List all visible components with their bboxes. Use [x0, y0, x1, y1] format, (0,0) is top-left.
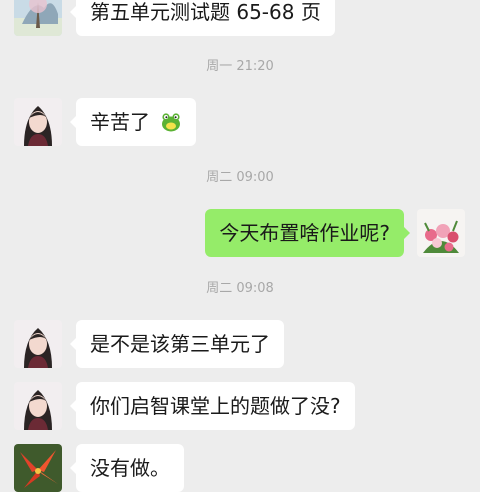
- timestamp: 周一 21:20: [206, 59, 274, 74]
- message-bubble[interactable]: 你们启智课堂上的题做了没?: [70, 382, 355, 430]
- my-avatar[interactable]: [417, 209, 465, 257]
- flowers-avatar-icon: [417, 209, 465, 257]
- message-text: 是不是该第三单元了: [90, 332, 270, 356]
- contact-avatar[interactable]: [14, 98, 62, 146]
- message-text: 辛苦了: [90, 110, 150, 134]
- message-bubble[interactable]: 没有做。: [70, 444, 184, 492]
- timestamp: 周二 09:00: [206, 170, 274, 185]
- woman-avatar-icon: [14, 382, 62, 430]
- contact-avatar[interactable]: [14, 320, 62, 368]
- landscape-avatar-icon: [14, 0, 62, 36]
- contact-avatar[interactable]: [14, 444, 62, 492]
- message-text: 你们启智课堂上的题做了没?: [90, 394, 341, 418]
- message-bubble[interactable]: 是不是该第三单元了: [70, 320, 284, 368]
- timestamp: 周二 09:08: [206, 281, 274, 296]
- message-text: 第五单元测试题 65-68 页: [90, 0, 321, 24]
- message-bubble-outgoing[interactable]: 今天布置啥作业呢?: [205, 209, 410, 257]
- frog-emoji-icon: [162, 113, 181, 132]
- contact-avatar[interactable]: [14, 382, 62, 430]
- message-bubble[interactable]: 第五单元测试题 65-68 页: [70, 0, 335, 36]
- red-flower-avatar-icon: [14, 444, 62, 492]
- message-text: 没有做。: [90, 456, 170, 480]
- message-bubble[interactable]: 辛苦了: [69, 98, 197, 146]
- woman-avatar-icon: [14, 320, 62, 368]
- message-text: 今天布置啥作业呢?: [219, 221, 390, 245]
- woman-avatar-icon: [14, 98, 62, 146]
- chat-message-list[interactable]: 第五单元测试题 65-68 页 周一 21:20 辛苦了 周二 09:00 今天…: [0, 0, 480, 492]
- contact-avatar[interactable]: [14, 0, 62, 36]
